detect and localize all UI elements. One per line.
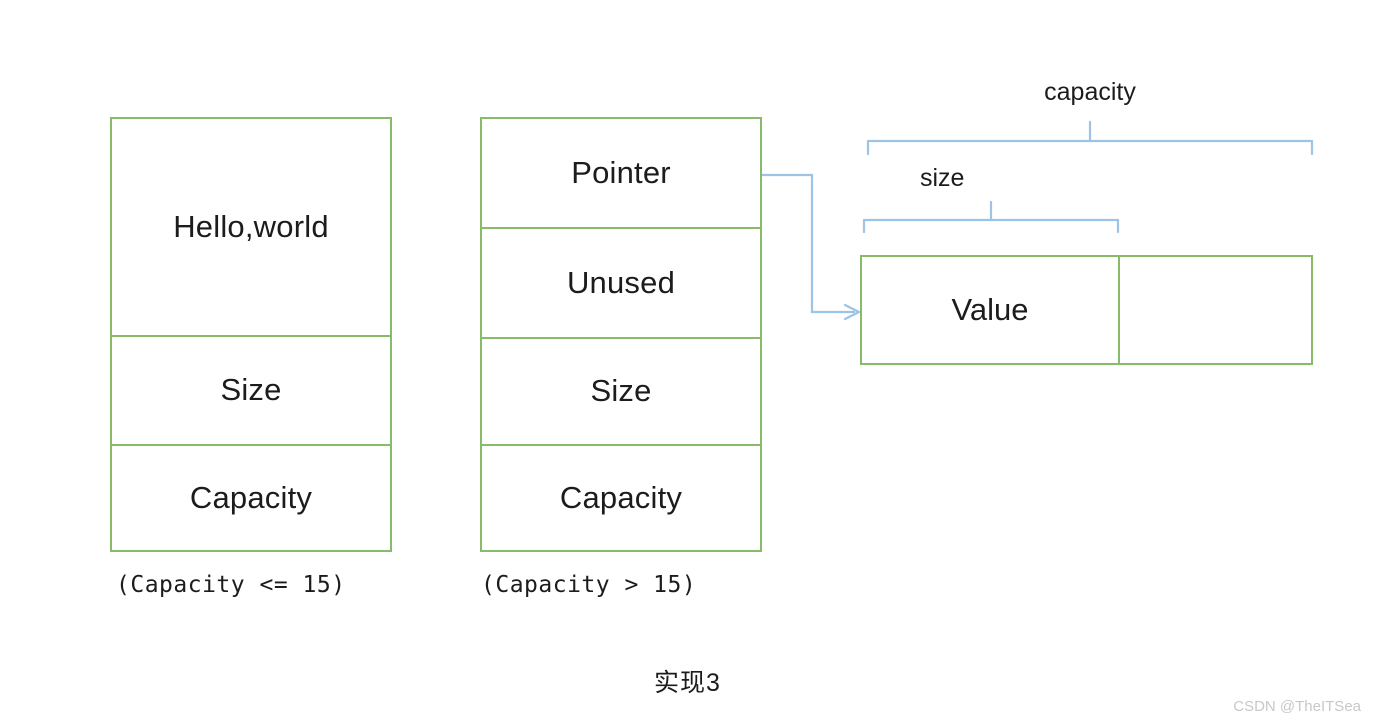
struct-inline-cell-size: Size	[112, 334, 390, 444]
struct-inline-cell-size-label: Size	[220, 372, 282, 408]
struct-heap-layout: Pointer Unused Size Capacity	[480, 117, 762, 552]
figure-caption: 实现3	[654, 669, 721, 697]
struct-heap-cell-size: Size	[482, 336, 760, 444]
diagram-canvas: Hello,world Size Capacity (Capacity <= 1…	[0, 0, 1375, 721]
capacity-bracket	[866, 120, 1314, 156]
struct-heap-cell-capacity: Capacity	[482, 443, 760, 550]
heap-buffer-cell-value-label: Value	[951, 292, 1029, 327]
struct-inline-cell-capacity-label: Capacity	[189, 480, 313, 515]
struct-heap-note: (Capacity > 15)	[481, 572, 697, 598]
size-bracket	[862, 200, 1120, 234]
struct-inline-cell-buffer: Hello,world	[112, 119, 390, 335]
pointer-to-value-connector	[762, 173, 861, 321]
struct-heap-cell-unused-label: Unused	[566, 264, 676, 300]
heap-buffer: Value	[860, 255, 1313, 365]
struct-heap-cell-pointer-label: Pointer	[571, 154, 671, 190]
heap-buffer-cell-spare	[1118, 257, 1311, 363]
heap-buffer-cell-value: Value	[862, 257, 1118, 363]
struct-inline-layout: Hello,world Size Capacity	[110, 117, 392, 552]
size-bracket-label: size	[920, 164, 965, 192]
struct-heap-cell-capacity-label: Capacity	[559, 479, 683, 515]
struct-heap-cell-unused: Unused	[482, 226, 760, 337]
struct-inline-note: (Capacity <= 15)	[116, 572, 346, 598]
struct-inline-cell-capacity: Capacity	[112, 443, 390, 550]
struct-heap-cell-pointer: Pointer	[482, 119, 760, 227]
struct-inline-cell-buffer-label: Hello,world	[173, 208, 329, 244]
watermark: CSDN @TheITSea	[1233, 698, 1361, 715]
struct-heap-cell-size-label: Size	[590, 373, 652, 409]
capacity-bracket-label: capacity	[1044, 78, 1136, 106]
